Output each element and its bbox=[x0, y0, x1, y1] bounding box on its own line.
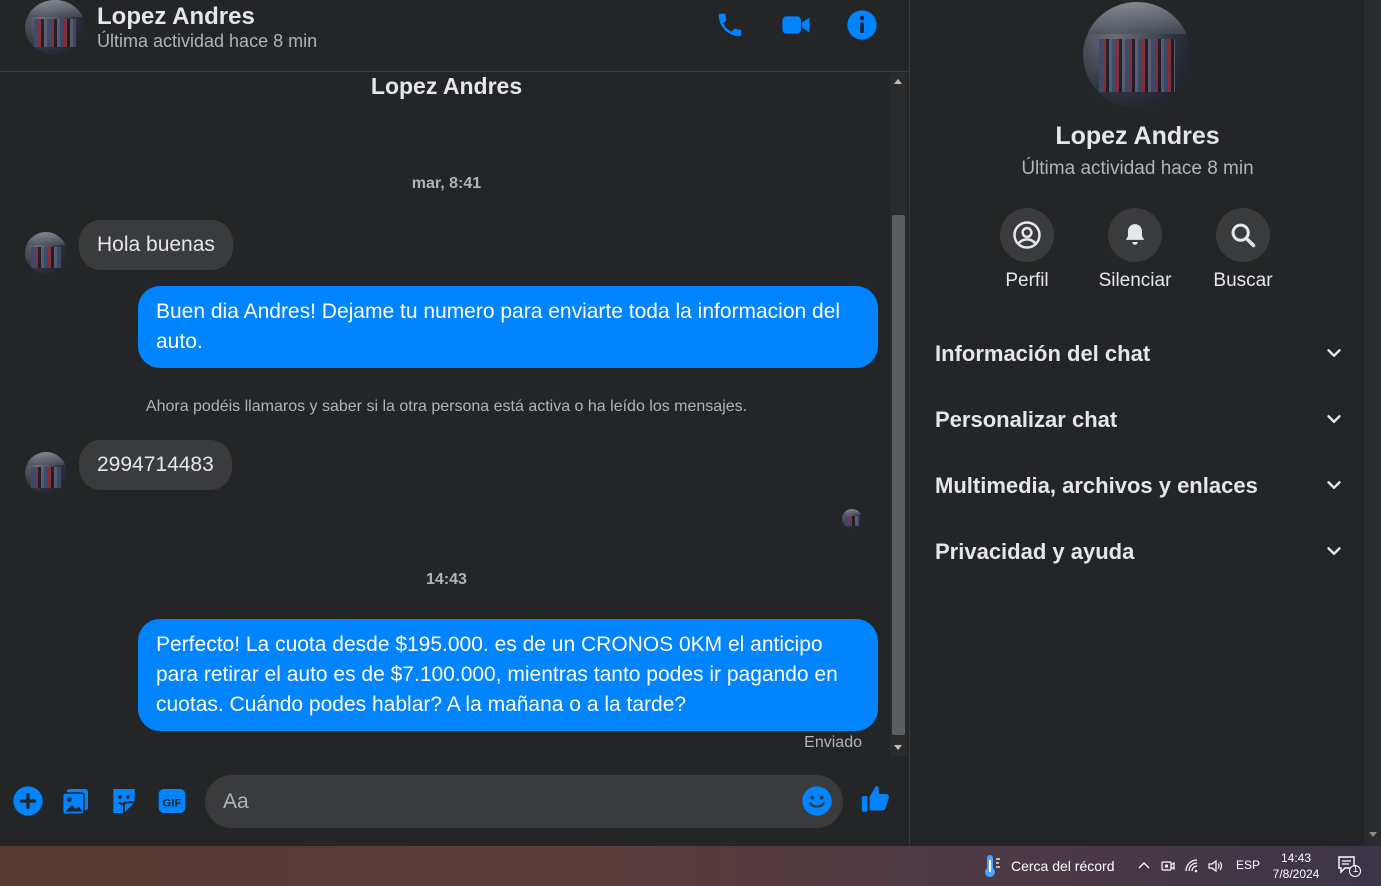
volume-icon[interactable] bbox=[1206, 856, 1224, 876]
panel-avatar[interactable] bbox=[1083, 2, 1191, 108]
section-label: Información del chat bbox=[935, 341, 1151, 366]
message-input[interactable] bbox=[223, 775, 793, 828]
contact-name[interactable]: Lopez Andres bbox=[97, 3, 255, 31]
chat-scrollbar[interactable] bbox=[890, 73, 907, 756]
meet-icon[interactable] bbox=[1159, 856, 1177, 876]
scroll-up-arrow[interactable] bbox=[894, 79, 902, 84]
search-icon bbox=[1216, 208, 1270, 262]
chevron-down-icon bbox=[1327, 547, 1341, 555]
wifi-icon[interactable] bbox=[1183, 856, 1201, 876]
action-mute[interactable]: Silenciar bbox=[1090, 208, 1180, 292]
like-icon[interactable] bbox=[859, 782, 893, 816]
section-label: Personalizar chat bbox=[935, 407, 1118, 432]
notification-icon[interactable]: 1 bbox=[1336, 854, 1362, 878]
system-notice: Ahora podéis llamaros y saber si la otra… bbox=[145, 398, 748, 415]
incoming-message[interactable]: 2994714483 bbox=[79, 440, 232, 490]
messenger-app: Lopez Andres Última actividad hace 8 min… bbox=[0, 0, 1381, 846]
chevron-up-icon[interactable] bbox=[1135, 856, 1153, 876]
profile-icon bbox=[1000, 208, 1054, 262]
action-profile[interactable]: Perfil bbox=[982, 208, 1072, 292]
seen-avatar bbox=[842, 509, 862, 529]
timestamp: 14:43 bbox=[426, 571, 467, 588]
clock[interactable]: 14:43 7/8/2024 bbox=[1268, 850, 1324, 882]
bell-icon bbox=[1108, 208, 1162, 262]
details-panel: Lopez Andres Última actividad hace 8 min… bbox=[911, 0, 1364, 846]
image-icon[interactable] bbox=[59, 784, 93, 818]
gif-label: GIF bbox=[163, 797, 182, 809]
language-indicator[interactable]: ESP bbox=[1236, 858, 1260, 872]
scroll-down-arrow[interactable] bbox=[1369, 832, 1377, 837]
outgoing-message[interactable]: Perfecto! La cuota desde $195.000. es de… bbox=[138, 619, 878, 731]
notification-count: 1 bbox=[1352, 864, 1359, 875]
chevron-down-icon bbox=[1327, 415, 1341, 423]
action-label: Perfil bbox=[1005, 270, 1049, 291]
sticker-icon[interactable] bbox=[107, 784, 141, 818]
sender-avatar[interactable] bbox=[25, 232, 67, 274]
scroll-thumb[interactable] bbox=[892, 215, 905, 735]
taskbar: Cerca del récord ESP 14:43 7/8/2024 1 bbox=[0, 846, 1381, 886]
chevron-down-icon bbox=[1327, 481, 1341, 489]
message-input-wrapper[interactable] bbox=[205, 775, 843, 828]
emoji-icon[interactable] bbox=[801, 785, 833, 817]
panel-scrollbar[interactable] bbox=[1364, 0, 1381, 846]
incoming-message[interactable]: Hola buenas bbox=[79, 220, 233, 270]
gif-icon[interactable]: GIF bbox=[155, 784, 189, 818]
action-label: Buscar bbox=[1213, 270, 1273, 291]
contact-avatar[interactable] bbox=[25, 0, 85, 55]
panel-contact-status: Última actividad hace 8 min bbox=[1021, 158, 1254, 179]
sent-status: Enviado bbox=[804, 734, 862, 751]
contact-status: Última actividad hace 8 min bbox=[97, 31, 318, 51]
timestamp: mar, 8:41 bbox=[411, 175, 482, 192]
section-chat-info[interactable]: Información del chat bbox=[935, 332, 1345, 376]
sender-avatar[interactable] bbox=[25, 452, 67, 494]
chat-panel: Lopez Andres Última actividad hace 8 min… bbox=[0, 0, 910, 846]
section-media-files[interactable]: Multimedia, archivos y enlaces bbox=[935, 464, 1345, 508]
section-privacy-help[interactable]: Privacidad y ayuda bbox=[935, 530, 1345, 574]
video-call-icon[interactable] bbox=[779, 8, 813, 42]
thermometer-icon[interactable] bbox=[980, 854, 1002, 878]
action-label: Silenciar bbox=[1098, 270, 1172, 291]
composer: GIF bbox=[0, 758, 910, 846]
chevron-down-icon bbox=[1327, 349, 1341, 357]
info-icon[interactable] bbox=[845, 8, 879, 42]
chat-header: Lopez Andres Última actividad hace 8 min bbox=[0, 0, 910, 72]
outgoing-message[interactable]: Buen dia Andres! Dejame tu numero para e… bbox=[138, 286, 878, 368]
section-label: Privacidad y ayuda bbox=[935, 539, 1135, 564]
scroll-down-arrow[interactable] bbox=[894, 745, 902, 750]
conversation-title: Lopez Andres bbox=[370, 73, 523, 99]
clock-date: 7/8/2024 bbox=[1272, 867, 1320, 881]
clock-time: 14:43 bbox=[1280, 851, 1312, 865]
plus-icon[interactable] bbox=[11, 784, 45, 818]
action-search[interactable]: Buscar bbox=[1198, 208, 1288, 292]
message-list: Lopez Andres mar, 8:41 Hola buenas Buen … bbox=[0, 73, 890, 758]
section-customize-chat[interactable]: Personalizar chat bbox=[935, 398, 1345, 442]
phone-icon[interactable] bbox=[713, 8, 747, 42]
weather-text[interactable]: Cerca del récord bbox=[1011, 858, 1115, 874]
panel-contact-name: Lopez Andres bbox=[1055, 122, 1220, 150]
section-label: Multimedia, archivos y enlaces bbox=[935, 473, 1258, 498]
